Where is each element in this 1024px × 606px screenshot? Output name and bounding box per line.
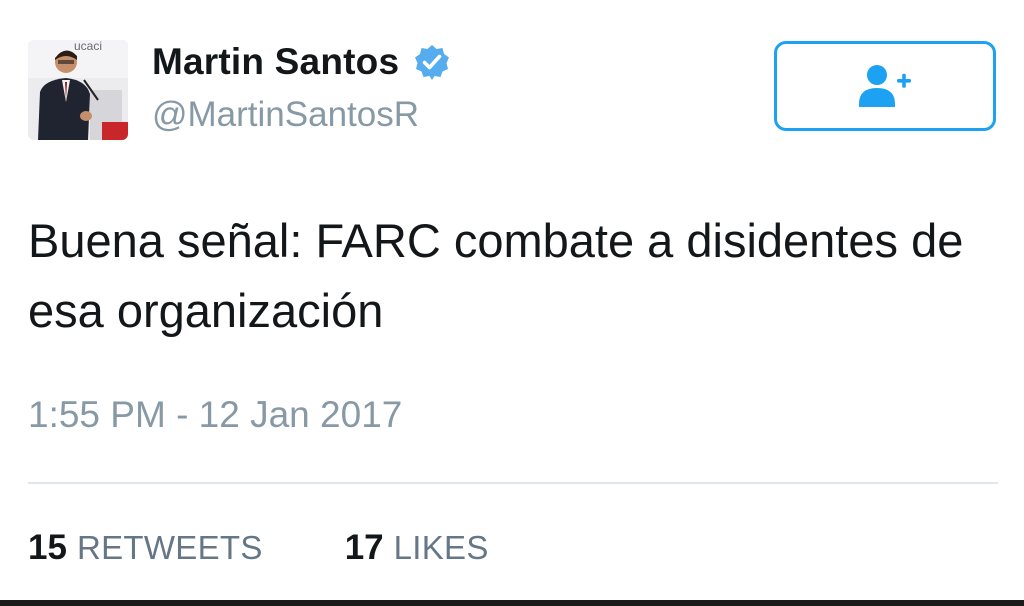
likes-count: 17 [344, 528, 384, 567]
divider [28, 482, 998, 484]
tweet-stats: 15 RETWEETS 17 LIKES [28, 528, 571, 568]
tweet-timestamp[interactable]: 1:55 PM - 12 Jan 2017 [28, 390, 402, 440]
retweets-label: RETWEETS [76, 529, 263, 566]
add-user-icon [859, 65, 911, 107]
user-name-row: Martin Santos [152, 40, 451, 84]
user-handle[interactable]: @MartinSantosR [152, 94, 419, 136]
svg-text:ucaci: ucaci [74, 40, 102, 53]
retweets-stat[interactable]: 15 RETWEETS [28, 528, 263, 568]
tweet-card: ucaci Martin Santos @MartinSantosR Buena… [0, 0, 1024, 606]
follow-button[interactable] [774, 41, 996, 131]
bottom-border [0, 600, 1024, 606]
verified-badge-icon [413, 43, 451, 81]
tweet-text: Buena señal: FARC combate a disidentes d… [28, 214, 964, 337]
display-name[interactable]: Martin Santos [152, 40, 399, 84]
likes-label: LIKES [393, 529, 489, 566]
avatar-photo: ucaci [28, 40, 128, 140]
retweets-count: 15 [28, 528, 67, 567]
likes-stat[interactable]: 17 LIKES [345, 528, 489, 568]
avatar[interactable]: ucaci [28, 40, 128, 140]
